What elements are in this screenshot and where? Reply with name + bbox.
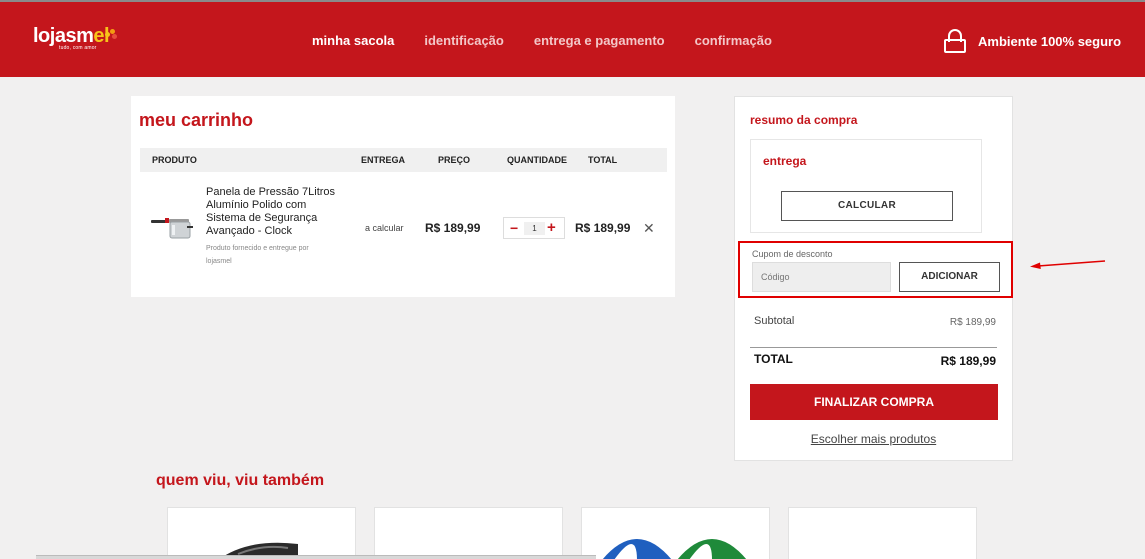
header: lojasmel tudo, com amor minha sacola ide… <box>0 0 1145 77</box>
finalize-purchase-button[interactable]: FINALIZAR COMPRA <box>750 384 998 420</box>
secure-environment: Ambiente 100% seguro <box>944 29 1121 53</box>
divider <box>750 347 997 348</box>
checkout-steps: minha sacola identificação entrega e pag… <box>312 33 802 48</box>
shipping-box: entrega CALCULAR <box>750 139 982 233</box>
item-total: R$ 189,99 <box>575 221 631 235</box>
col-entrega: ENTREGA <box>361 155 406 165</box>
col-preco: PREÇO <box>438 155 471 165</box>
coupon-section: Cupom de desconto ADICIONAR <box>738 241 1013 298</box>
step-entrega-pagamento[interactable]: entrega e pagamento <box>534 33 665 48</box>
lock-icon <box>944 29 966 53</box>
quantity-decrease-button[interactable]: − <box>510 220 518 236</box>
step-minha-sacola[interactable]: minha sacola <box>312 33 394 48</box>
annotation-arrow-icon <box>1030 260 1106 269</box>
step-identificacao[interactable]: identificação <box>424 33 503 48</box>
recommended-product-card[interactable] <box>581 507 770 559</box>
quantity-increase-button[interactable]: + <box>547 219 556 236</box>
cart-panel: meu carrinho PRODUTO ENTREGA PREÇO QUANT… <box>131 96 675 297</box>
quantity-value[interactable]: 1 <box>524 222 545 235</box>
remove-item-icon[interactable]: ✕ <box>643 220 655 237</box>
product-name[interactable]: Panela de Pressão 7Litros Alumínio Polid… <box>206 186 346 238</box>
logo[interactable]: lojasmel tudo, com amor <box>33 25 117 51</box>
recommended-product-card[interactable] <box>788 507 977 559</box>
col-quantidade: QUANTIDADE <box>507 155 567 165</box>
choose-more-products-link[interactable]: Escolher mais produtos <box>735 432 1012 446</box>
total-value: R$ 189,99 <box>940 354 996 368</box>
recommendations-title: quem viu, viu também <box>156 472 325 489</box>
recommended-product-card[interactable] <box>167 507 356 559</box>
quantity-stepper: − 1 + <box>503 217 565 239</box>
recommended-product-card[interactable] <box>374 507 563 559</box>
order-summary-panel: resumo da compra entrega CALCULAR Cupom … <box>734 96 1013 461</box>
col-produto: PRODUTO <box>152 155 197 165</box>
coupon-input[interactable] <box>752 262 891 292</box>
col-total: TOTAL <box>588 155 618 165</box>
summary-title: resumo da compra <box>750 113 858 127</box>
subtotal-label: Subtotal <box>754 315 795 327</box>
delivery-value: a calcular <box>365 223 404 233</box>
umbrella-icon <box>602 539 747 559</box>
product-image[interactable] <box>151 214 197 244</box>
total-label: TOTAL <box>754 352 793 366</box>
calculate-shipping-button[interactable]: CALCULAR <box>781 191 953 221</box>
coupon-label: Cupom de desconto <box>752 249 833 259</box>
cart-title: meu carrinho <box>139 110 254 130</box>
shipping-title: entrega <box>763 154 807 168</box>
logo-dots-icon <box>105 29 117 39</box>
step-confirmacao[interactable]: confirmação <box>695 33 772 48</box>
horizontal-scrollbar[interactable] <box>36 555 596 559</box>
product-thumbnail-icon <box>219 542 298 559</box>
add-coupon-button[interactable]: ADICIONAR <box>899 262 1000 292</box>
pressure-cooker-icon <box>151 218 193 239</box>
secure-text: Ambiente 100% seguro <box>978 33 1122 49</box>
logo-wordmark: lojasmel <box>33 25 110 47</box>
cart-table-header: PRODUTO ENTREGA PREÇO QUANTIDADE TOTAL <box>140 148 667 172</box>
product-seller: Produto fornecido e entregue por lojasme… <box>206 245 309 265</box>
unit-price: R$ 189,99 <box>425 221 481 235</box>
subtotal-value: R$ 189,99 <box>949 317 996 328</box>
